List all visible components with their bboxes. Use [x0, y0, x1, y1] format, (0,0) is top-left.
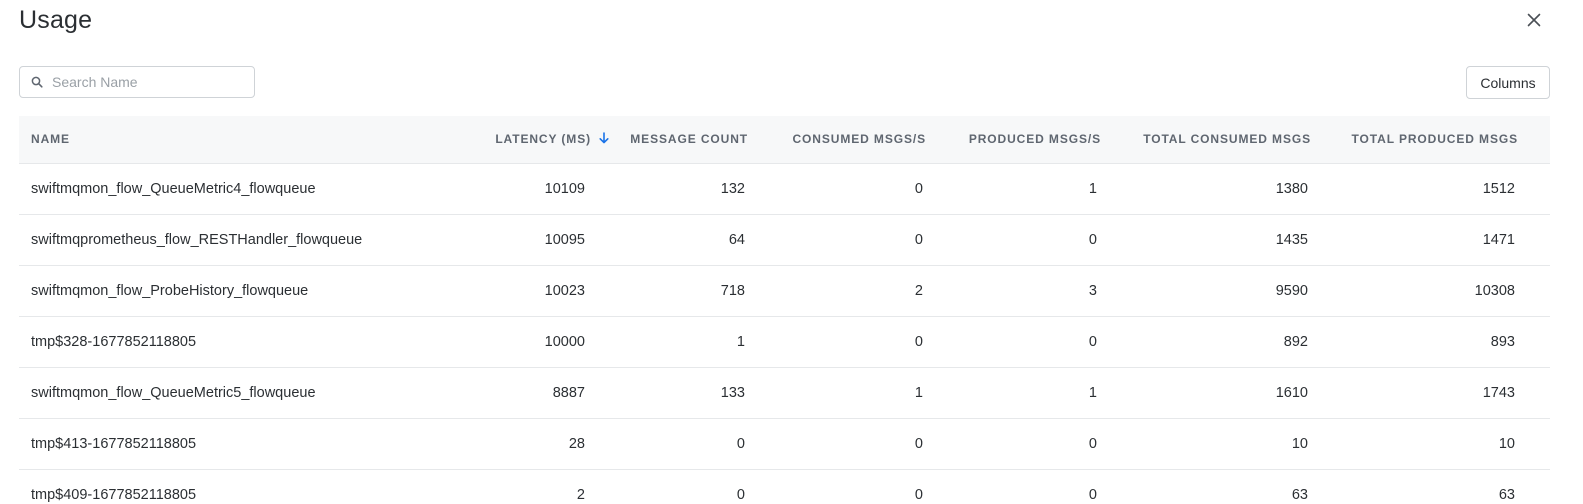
cell-total-produced: 63 — [1498, 487, 1515, 503]
arrow-down-icon — [599, 132, 609, 144]
cell-latency: 10095 — [544, 232, 585, 248]
cell-total-consumed: 63 — [1291, 487, 1308, 503]
table-row[interactable]: tmp$409-1677852118805 2 0 0 0 63 63 — [19, 470, 1550, 504]
cell-produced-rate: 1 — [1088, 181, 1097, 197]
cell-message-count: 0 — [736, 436, 745, 452]
cell-latency: 28 — [568, 436, 585, 452]
cell-total-produced: 1471 — [1482, 232, 1515, 248]
cell-name: tmp$413-1677852118805 — [31, 436, 197, 452]
table-row[interactable]: tmp$413-1677852118805 28 0 0 0 10 10 — [19, 419, 1550, 470]
dialog-title: Usage — [19, 6, 93, 34]
search-box[interactable] — [19, 66, 255, 98]
cell-consumed-rate: 1 — [914, 385, 923, 401]
cell-name: swiftmqmon_flow_ProbeHistory_flowqueue — [31, 283, 309, 299]
cell-name: swiftmqmon_flow_QueueMetric4_flowqueue — [31, 181, 316, 197]
cell-latency: 10000 — [544, 334, 585, 350]
cell-latency: 8887 — [552, 385, 585, 401]
cell-message-count: 132 — [720, 181, 745, 197]
table-row[interactable]: swiftmqmon_flow_QueueMetric5_flowqueue 8… — [19, 368, 1550, 419]
cell-produced-rate: 0 — [1088, 436, 1097, 452]
cell-consumed-rate: 0 — [914, 436, 923, 452]
cell-total-consumed: 9590 — [1275, 283, 1308, 299]
usage-dialog: Usage Columns NAME LATENCY (MS) MESSAGE … — [0, 0, 1583, 504]
cell-message-count: 64 — [728, 232, 745, 248]
cell-consumed-rate: 0 — [914, 232, 923, 248]
search-icon — [30, 75, 44, 89]
cell-message-count: 1 — [736, 334, 745, 350]
cell-name: swiftmqmon_flow_QueueMetric5_flowqueue — [31, 385, 316, 401]
cell-total-produced: 893 — [1490, 334, 1515, 350]
cell-latency: 10109 — [544, 181, 585, 197]
cell-name: tmp$409-1677852118805 — [31, 487, 197, 503]
cell-latency: 2 — [576, 487, 585, 503]
table-row[interactable]: swiftmqmon_flow_ProbeHistory_flowqueue 1… — [19, 266, 1550, 317]
cell-produced-rate: 0 — [1088, 487, 1097, 503]
cell-total-consumed: 1610 — [1275, 385, 1308, 401]
header-name[interactable]: NAME — [31, 116, 451, 163]
cell-consumed-rate: 0 — [914, 181, 923, 197]
cell-name: tmp$328-1677852118805 — [31, 334, 197, 350]
cell-total-produced: 10 — [1498, 436, 1515, 452]
header-total-consumed[interactable]: TOTAL CONSUMED MSGS — [1119, 116, 1311, 163]
cell-produced-rate: 0 — [1088, 232, 1097, 248]
table-row[interactable]: tmp$328-1677852118805 10000 1 0 0 892 89… — [19, 317, 1550, 368]
usage-table: NAME LATENCY (MS) MESSAGE COUNT CONSUMED… — [19, 116, 1550, 504]
cell-message-count: 133 — [720, 385, 745, 401]
cell-message-count: 718 — [720, 283, 745, 299]
table-row[interactable]: swiftmqmon_flow_QueueMetric4_flowqueue 1… — [19, 164, 1550, 215]
cell-total-consumed: 1380 — [1275, 181, 1308, 197]
cell-total-consumed: 892 — [1283, 334, 1308, 350]
cell-total-consumed: 1435 — [1275, 232, 1308, 248]
cell-latency: 10023 — [544, 283, 585, 299]
header-consumed-rate[interactable]: CONSUMED MSGS/S — [759, 116, 926, 163]
close-button[interactable] — [1524, 10, 1544, 30]
header-latency-label: LATENCY (MS) — [495, 132, 591, 146]
header-produced-rate[interactable]: PRODUCED MSGS/S — [939, 116, 1101, 163]
header-message-count[interactable]: MESSAGE COUNT — [609, 116, 748, 163]
header-total-produced[interactable]: TOTAL PRODUCED MSGS — [1319, 116, 1518, 163]
table-row[interactable]: swiftmqprometheus_flow_RESTHandler_flowq… — [19, 215, 1550, 266]
cell-total-produced: 1512 — [1482, 181, 1515, 197]
cell-message-count: 0 — [736, 487, 745, 503]
cell-consumed-rate: 2 — [914, 283, 923, 299]
close-icon — [1527, 13, 1541, 27]
cell-name: swiftmqprometheus_flow_RESTHandler_flowq… — [31, 232, 363, 248]
cell-total-produced: 1743 — [1482, 385, 1515, 401]
cell-consumed-rate: 0 — [914, 334, 923, 350]
cell-produced-rate: 3 — [1088, 283, 1097, 299]
columns-button[interactable]: Columns — [1466, 66, 1550, 99]
cell-produced-rate: 1 — [1088, 385, 1097, 401]
cell-consumed-rate: 0 — [914, 487, 923, 503]
cell-produced-rate: 0 — [1088, 334, 1097, 350]
search-input[interactable] — [52, 74, 242, 90]
header-latency[interactable]: LATENCY (MS) — [449, 116, 609, 163]
table-header: NAME LATENCY (MS) MESSAGE COUNT CONSUMED… — [19, 116, 1550, 164]
cell-total-produced: 10308 — [1474, 283, 1515, 299]
cell-total-consumed: 10 — [1291, 436, 1308, 452]
